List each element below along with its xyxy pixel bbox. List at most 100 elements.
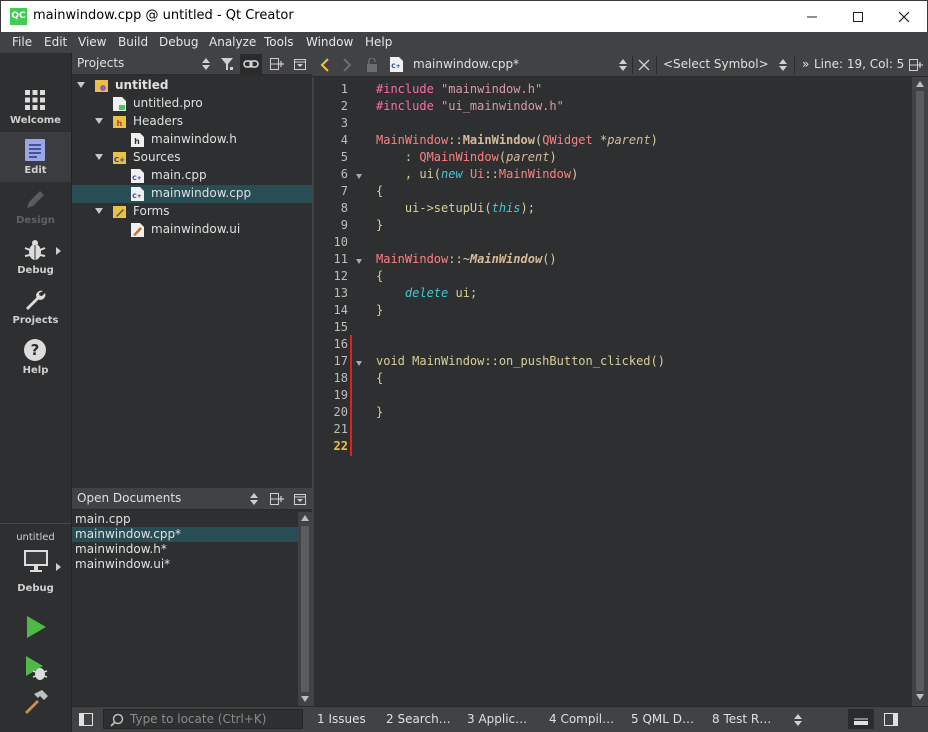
expand-arrow-icon[interactable]: [95, 208, 103, 214]
updown-arrow-icon[interactable]: [794, 714, 802, 726]
mode-label: Edit: [24, 165, 47, 176]
open-document-item[interactable]: mainwindow.h*: [72, 542, 300, 557]
line-number: 20: [333, 405, 348, 419]
tree-item-mainwindow-h[interactable]: h mainwindow.h: [72, 131, 312, 149]
maximize-button[interactable]: [835, 1, 881, 32]
svg-text:h: h: [117, 119, 123, 128]
fold-marker-icon[interactable]: [356, 259, 362, 264]
locator-input[interactable]: Type to locate (Ctrl+K): [103, 709, 303, 729]
menu-file[interactable]: File: [12, 35, 32, 49]
editor-file-label[interactable]: mainwindow.cpp*: [413, 57, 519, 71]
line-number: 19: [333, 388, 348, 402]
close-document-icon[interactable]: [638, 59, 650, 71]
output-tab-search[interactable]: 2 Search…: [386, 712, 451, 726]
bug-icon: [24, 240, 46, 260]
split-add-icon[interactable]: [909, 59, 923, 71]
line-number-gutter[interactable]: 1 2 3 4 5 6 7 8 9 10 11 12 13 14 15 16 1…: [314, 77, 370, 706]
scroll-down-icon[interactable]: [301, 696, 309, 702]
sync-editor-button[interactable]: [240, 54, 262, 74]
open-document-item[interactable]: mainwindow.cpp*: [72, 527, 300, 542]
tree-item-sources[interactable]: C+ Sources: [72, 149, 312, 167]
code-token: delete: [404, 286, 449, 300]
output-tab-compile[interactable]: 4 Compil…: [549, 712, 614, 726]
updown-arrow-icon[interactable]: [250, 493, 258, 505]
minimize-button[interactable]: [789, 1, 835, 32]
debug-run-button[interactable]: [22, 653, 50, 681]
open-document-item[interactable]: mainwindow.ui*: [72, 557, 300, 572]
expand-arrow-icon[interactable]: [95, 154, 103, 160]
menu-edit[interactable]: Edit: [44, 35, 67, 49]
code-token: QWidget: [542, 133, 593, 147]
menu-view[interactable]: View: [78, 35, 106, 49]
open-documents-scrollbar[interactable]: [298, 512, 312, 706]
menu-help[interactable]: Help: [365, 35, 392, 49]
scroll-up-icon[interactable]: [301, 515, 309, 521]
updown-arrow-icon[interactable]: [202, 58, 210, 70]
divider: [0, 523, 71, 524]
output-tab-qml[interactable]: 5 QML D…: [631, 712, 694, 726]
forward-arrow-icon[interactable]: [342, 58, 352, 72]
back-arrow-icon[interactable]: [320, 58, 330, 72]
menu-bar: File Edit View Build Debug Analyze Tools…: [0, 32, 928, 53]
tree-item-project[interactable]: untitled: [72, 77, 312, 95]
mode-help[interactable]: ? Help: [0, 332, 71, 382]
wrench-icon: [26, 290, 46, 310]
symbol-selector[interactable]: <Select Symbol>: [663, 57, 769, 71]
run-button[interactable]: [22, 613, 50, 641]
editor-scrollbar[interactable]: [912, 77, 928, 706]
updown-arrow-icon[interactable]: [779, 59, 787, 71]
tree-item-headers[interactable]: h Headers: [72, 113, 312, 131]
svg-text:C+: C+: [391, 63, 400, 70]
folder-forms-icon: [113, 206, 126, 218]
output-tab-issues[interactable]: 1 Issues: [317, 712, 366, 726]
mode-design[interactable]: Design: [0, 182, 71, 232]
expand-arrow-icon[interactable]: [77, 82, 85, 88]
close-button[interactable]: [881, 1, 927, 32]
target-project: untitled: [16, 532, 55, 543]
tree-item-forms[interactable]: Forms: [72, 203, 312, 221]
code-line: , ui(new Ui::MainWindow): [376, 167, 578, 181]
scroll-down-icon[interactable]: [916, 694, 924, 700]
menu-debug[interactable]: Debug: [159, 35, 198, 49]
target-selector[interactable]: untitled Debug: [0, 527, 71, 597]
output-tab-application[interactable]: 3 Applic…: [467, 712, 527, 726]
tree-item-mainwindow-ui[interactable]: mainwindow.ui: [72, 221, 312, 239]
close-pane-icon[interactable]: [294, 59, 306, 70]
output-tab-test-results[interactable]: 8 Test R…: [712, 712, 771, 726]
cursor-position[interactable]: Line: 19, Col: 5: [814, 57, 904, 71]
code-editor[interactable]: #include "mainwindow.h" #include "ui_mai…: [370, 77, 912, 706]
fold-marker-icon[interactable]: [356, 361, 362, 366]
tree-item-mainwindow-cpp[interactable]: C+ mainwindow.cpp: [72, 185, 312, 203]
split-add-icon[interactable]: [270, 493, 284, 505]
toggle-sidebar-icon[interactable]: [79, 713, 93, 726]
close-pane-icon[interactable]: [294, 494, 306, 505]
menu-window[interactable]: Window: [306, 35, 353, 49]
tree-item-main-cpp[interactable]: C+ main.cpp: [72, 167, 312, 185]
mode-edit[interactable]: Edit: [0, 132, 71, 182]
tree-item-label: untitled: [115, 78, 169, 92]
code-token: ::~: [448, 252, 470, 266]
fold-marker-icon[interactable]: [356, 174, 362, 179]
mode-label: Help: [22, 365, 49, 376]
expand-arrow-icon[interactable]: [95, 118, 103, 124]
more-chevron-icon[interactable]: »: [802, 57, 809, 71]
menu-analyze[interactable]: Analyze: [209, 35, 256, 49]
toggle-output-button[interactable]: [848, 709, 874, 729]
menu-build[interactable]: Build: [118, 35, 148, 49]
scrollbar-thumb[interactable]: [301, 526, 309, 692]
mode-debug[interactable]: Debug: [0, 232, 71, 282]
open-document-item[interactable]: main.cpp: [72, 512, 300, 527]
menu-tools[interactable]: Tools: [264, 35, 294, 49]
updown-arrow-icon[interactable]: [619, 59, 627, 71]
hammer-icon: [25, 690, 48, 714]
toggle-right-sidebar-icon[interactable]: [884, 713, 898, 726]
mode-projects[interactable]: Projects: [0, 282, 71, 332]
mode-welcome[interactable]: Welcome: [0, 82, 71, 132]
tree-item-pro-file[interactable]: untitled.pro: [72, 95, 312, 113]
code-token: MainWindow: [376, 133, 449, 147]
scrollbar-thumb[interactable]: [916, 91, 924, 691]
filter-icon[interactable]: [220, 57, 234, 71]
split-add-icon[interactable]: [270, 58, 284, 70]
build-button[interactable]: [22, 688, 50, 716]
scroll-up-icon[interactable]: [916, 81, 924, 87]
